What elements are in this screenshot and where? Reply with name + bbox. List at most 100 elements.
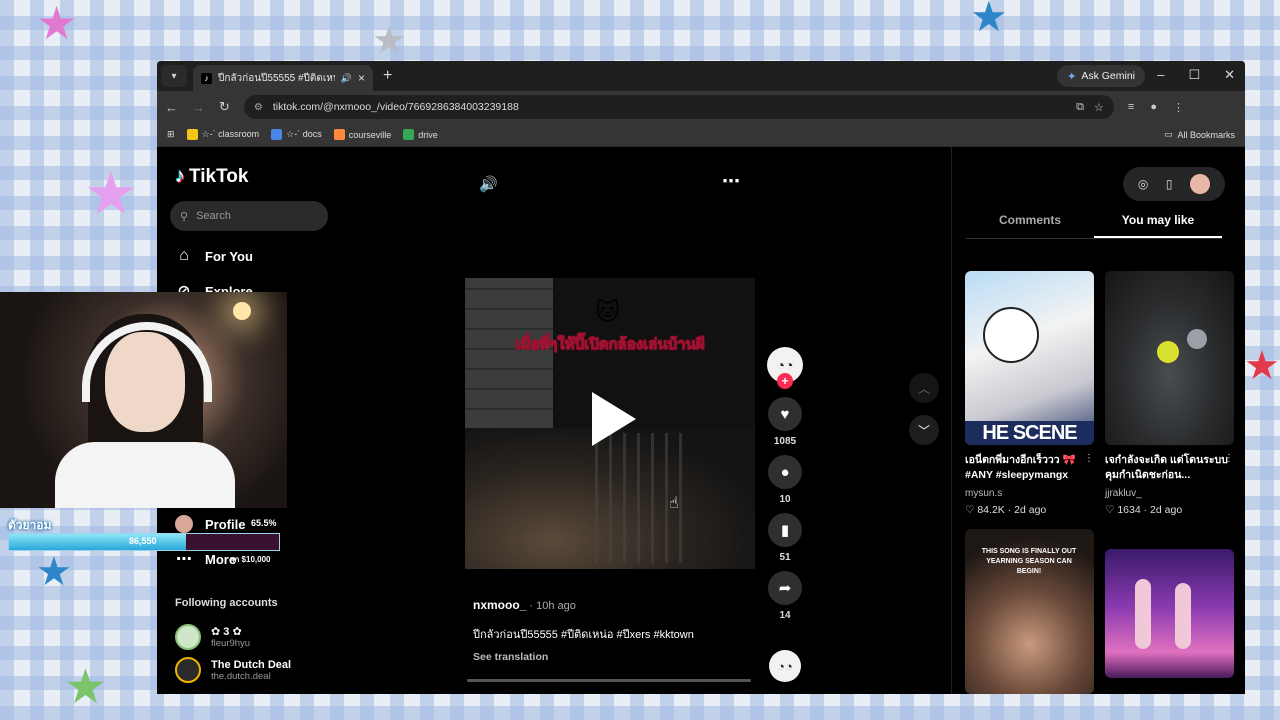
close-tab-icon[interactable]: × — [358, 71, 365, 85]
account-handle: fleur9hyu — [211, 638, 251, 649]
person-cap — [1187, 329, 1207, 349]
follow-plus-icon[interactable]: + — [777, 373, 793, 389]
see-translation-link[interactable]: See translation — [473, 651, 694, 663]
play-icon[interactable] — [592, 392, 636, 446]
user-avatar[interactable] — [1190, 174, 1211, 194]
like-action[interactable]: ♥ 1085 — [768, 397, 802, 447]
card-overlay-text: THIS SONG IS FINALLY OUT YEARNING SEASON… — [981, 548, 1077, 575]
previous-video-button[interactable]: ︿ — [909, 373, 939, 403]
sticker-star-rainbow: ★ — [84, 160, 138, 227]
window-controls: – ☐ ✕ — [1157, 67, 1235, 83]
following-account[interactable]: The Dutch Deal the.dutch.deal — [175, 657, 291, 683]
creator-avatar[interactable]: ◔◔ + — [767, 347, 803, 389]
video-player[interactable]: 🐱 เมื่อพี่ๆให้ปี๊เปิดกล้องเล่นบ้านผี ☝ — [465, 278, 755, 569]
recommended-card[interactable]: HE SCENE เอนี่ตกพี่มางอีกเร็ววว 🎀 #ANY #… — [965, 271, 1094, 516]
card-more-icon[interactable]: ⋮ — [1224, 453, 1234, 464]
address-bar[interactable]: ⚙ tiktok.com/@nxmooo_/video/766928638400… — [243, 95, 1114, 119]
close-window-icon[interactable]: ✕ — [1224, 67, 1235, 83]
video-description: ปีกลัวก่อนปี55555 #ปีติดเหน่อ #ปีxers #k… — [473, 629, 694, 641]
tab-search-icon[interactable]: ▾ — [161, 65, 187, 87]
cursor-icon: ☝ — [669, 495, 679, 512]
video-author[interactable]: nxmooo_ — [473, 598, 526, 612]
bookmark-label: courseville — [348, 129, 392, 140]
video-time: · 10h ago — [526, 600, 576, 612]
bookmark-courseville[interactable]: courseville — [333, 129, 392, 140]
reload-icon[interactable]: ↻ — [219, 99, 230, 115]
card-thumbnail: HE SCENE — [965, 271, 1094, 445]
home-icon: ⌂ — [179, 247, 189, 264]
card-age: 2d ago — [1150, 504, 1183, 516]
tiktok-favicon-icon: ♪ — [201, 72, 212, 84]
tab-comments[interactable]: Comments — [966, 211, 1094, 238]
comment-icon[interactable]: ● — [768, 455, 802, 489]
tab-you-may-like[interactable]: You may like — [1094, 211, 1222, 238]
share-icon[interactable]: ➦ — [768, 571, 802, 605]
phone-icon[interactable]: ▯ — [1166, 177, 1173, 191]
next-video-button[interactable]: ﹀ — [909, 415, 939, 445]
video-progress-bar[interactable] — [467, 679, 751, 682]
folder-icon: ▭ — [1163, 129, 1173, 139]
stream-goal-value: 86,550 — [129, 536, 157, 546]
search-placeholder: Search — [196, 210, 231, 222]
sticker-star-silver: ★ — [372, 20, 407, 62]
browser-toolbar: ← → ↻ ⚙ tiktok.com/@nxmooo_/video/766928… — [157, 91, 1245, 123]
site-info-icon[interactable]: ⚙ — [254, 102, 263, 113]
bookmark-drive[interactable]: drive — [403, 129, 438, 140]
recommended-card[interactable]: THIS SONG IS FINALLY OUT YEARNING SEASON… — [965, 529, 1094, 694]
tiktok-note-icon: ♪ — [175, 165, 185, 187]
sticker-star-blue: ★ — [970, 0, 1008, 40]
bookmark-star-icon[interactable]: ☆ — [1094, 101, 1104, 114]
tiktok-logo[interactable]: ♪ TikTok — [175, 165, 248, 188]
comment-count: 10 — [779, 494, 791, 505]
profile-avatar-icon[interactable]: ● — [1150, 101, 1157, 113]
sound-avatar[interactable]: ◔◔ — [769, 650, 801, 682]
share-action[interactable]: ➦ 14 — [768, 571, 802, 621]
search-input[interactable]: ⚲ Search — [170, 201, 328, 231]
card-more-icon[interactable]: ⋮ — [1084, 453, 1094, 464]
avatar — [175, 657, 201, 683]
all-bookmarks[interactable]: ▭ All Bookmarks — [1164, 129, 1235, 140]
maximize-icon[interactable]: ☐ — [1188, 67, 1200, 83]
bookmark-label: drive — [418, 129, 438, 140]
apps-grid-icon[interactable]: ⊞ — [167, 129, 175, 140]
card-user[interactable]: jjrakluv_ — [1105, 488, 1234, 499]
gemini-icon: ✦ — [1067, 70, 1077, 83]
tab-audio-icon[interactable]: 🔊 — [341, 73, 352, 84]
nav-for-you[interactable]: ⌂ For You — [175, 247, 253, 265]
card-user[interactable]: mysun.s — [965, 488, 1094, 499]
bookmark-icon[interactable]: ▮ — [768, 513, 802, 547]
volume-icon[interactable]: 🔊 — [479, 175, 498, 193]
save-action[interactable]: ▮ 51 — [768, 513, 802, 563]
comment-action[interactable]: ● 10 — [768, 455, 802, 505]
bookmark-docs[interactable]: ☆-ˋ docs — [271, 129, 322, 140]
new-tab-button[interactable]: + — [383, 67, 392, 85]
media-controls-icon[interactable]: ≡ — [1128, 101, 1134, 113]
tiktok-page: ♪ TikTok ⚲ Search ⌂ For You ⊘ Explore Pr… — [157, 147, 1245, 694]
heart-icon[interactable]: ♥ — [768, 397, 802, 431]
panel-tabs: Comments You may like — [966, 211, 1222, 239]
card-stats: ♡ 84.2K · 2d ago — [965, 504, 1047, 516]
browser-tab[interactable]: ♪ ปีกลัวก่อนปี55555 #ปีติดเหน่อ 🔊 × — [193, 65, 373, 91]
following-account[interactable]: ✿ 3 ✿ fleur9hyu — [175, 624, 250, 650]
sticker-star-green: ★ — [64, 661, 108, 714]
dancer-figure — [1175, 583, 1191, 649]
forward-icon[interactable]: → — [192, 100, 205, 115]
video-more-icon[interactable]: ⋯ — [722, 171, 741, 192]
card-likes: 84.2K — [977, 504, 1005, 516]
minimize-icon[interactable]: – — [1157, 67, 1164, 83]
plush-figure — [983, 307, 1039, 363]
back-icon[interactable]: ← — [165, 100, 178, 115]
install-app-icon[interactable]: ⧉ — [1076, 101, 1084, 114]
menu-kebab-icon[interactable]: ⋮ — [1173, 101, 1184, 114]
streamer-shirt — [55, 442, 235, 508]
explore-compass-icon[interactable]: ◎ — [1138, 177, 1148, 191]
bookmark-classroom[interactable]: ☆-ˋ classroom — [186, 129, 259, 140]
more-dots-icon: ⋯ — [176, 551, 192, 568]
card-title: เจกำลังจะเกิด แต่โดนระบบคุมกำเนิดชะก่อน.… — [1105, 454, 1228, 482]
recommended-card[interactable] — [1105, 549, 1234, 678]
toolbar-right: ≡ ● ⋮ — [1128, 101, 1184, 114]
recommended-card[interactable]: เจกำลังจะเกิด แต่โดนระบบคุมกำเนิดชะก่อน.… — [1105, 271, 1234, 516]
nav-more[interactable]: ⋯ More — [175, 549, 236, 569]
nav-profile[interactable]: Profile — [175, 515, 245, 533]
ask-gemini-button[interactable]: ✦ Ask Gemini — [1057, 65, 1145, 87]
